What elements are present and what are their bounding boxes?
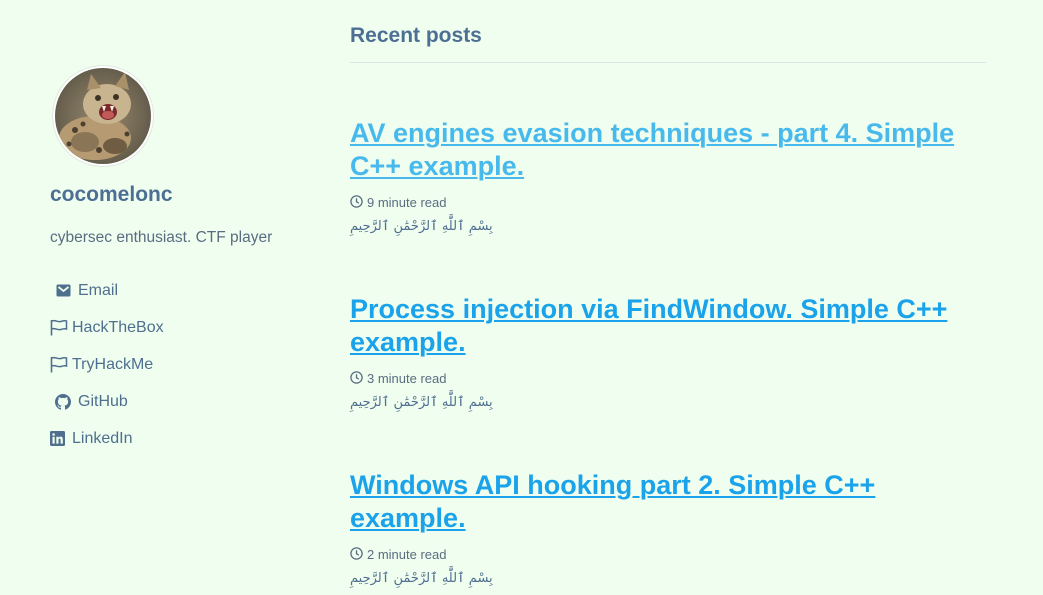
- page: cocomelonc cybersec enthusiast. CTF play…: [0, 0, 1043, 595]
- section-title: Recent posts: [350, 24, 482, 47]
- clock-icon: [350, 547, 364, 561]
- tryhackme-link[interactable]: TryHackMe: [50, 356, 153, 374]
- post-title: Windows API hooking part 2. Simple C++ e…: [350, 469, 986, 535]
- post-excerpt: بِسْمِ ٱللَّٰهِ ٱلرَّحْمَٰنِ ٱلرَّحِيمِ: [350, 219, 493, 234]
- github-link-label: GitHub: [78, 392, 128, 410]
- post-item: Process injection via FindWindow. Simple…: [350, 293, 986, 410]
- post-title: Process injection via FindWindow. Simple…: [350, 293, 986, 359]
- avatar: [53, 66, 153, 166]
- flag-icon: [50, 356, 70, 374]
- hackthebox-link[interactable]: HackTheBox: [50, 319, 164, 337]
- section-divider: [350, 62, 986, 63]
- post-read-time: 2 minute read: [367, 546, 447, 562]
- author-link-github: GitHub: [50, 383, 164, 420]
- author-link-linkedin: LinkedIn: [50, 420, 164, 457]
- author-avatar-image: [55, 68, 151, 164]
- linkedin-link-label: LinkedIn: [72, 429, 133, 447]
- post-item: AV engines evasion techniques - part 4. …: [350, 117, 986, 234]
- email-link[interactable]: Email: [50, 282, 118, 300]
- author-links: Email HackTheBox TryHackMe GitHub Linked…: [50, 272, 164, 457]
- post-title: AV engines evasion techniques - part 4. …: [350, 117, 986, 183]
- tryhackme-link-label: TryHackMe: [72, 355, 154, 373]
- github-link[interactable]: GitHub: [50, 393, 128, 411]
- clock-icon: [350, 371, 364, 385]
- author-link-email: Email: [50, 272, 164, 309]
- post-excerpt: بِسْمِ ٱللَّٰهِ ٱلرَّحْمَٰنِ ٱلرَّحِيمِ: [350, 395, 493, 410]
- post-read-time: 9 minute read: [367, 194, 447, 210]
- flag-icon: [50, 319, 70, 337]
- post-excerpt: بِسْمِ ٱللَّٰهِ ٱلرَّحْمَٰنِ ٱلرَّحِيمِ: [350, 571, 493, 586]
- hackthebox-link-label: HackTheBox: [72, 318, 164, 336]
- post-meta: 9 minute read: [350, 194, 986, 210]
- email-link-label: Email: [78, 281, 119, 299]
- author-name: cocomelonc: [50, 183, 173, 206]
- post-title-link[interactable]: AV engines evasion techniques - part 4. …: [350, 118, 954, 181]
- github-icon: [50, 393, 76, 411]
- linkedin-link[interactable]: LinkedIn: [50, 430, 133, 448]
- author-link-tryhackme: TryHackMe: [50, 346, 164, 383]
- envelope-icon: [50, 282, 76, 300]
- linkedin-icon: [50, 430, 70, 448]
- post-title-link[interactable]: Process injection via FindWindow. Simple…: [350, 294, 947, 357]
- post-read-time: 3 minute read: [367, 370, 447, 386]
- author-link-hackthebox: HackTheBox: [50, 309, 164, 346]
- author-bio: cybersec enthusiast. CTF player: [50, 229, 273, 246]
- post-item: Windows API hooking part 2. Simple C++ e…: [350, 469, 986, 586]
- clock-icon: [350, 195, 364, 209]
- post-meta: 2 minute read: [350, 546, 986, 562]
- post-title-link[interactable]: Windows API hooking part 2. Simple C++ e…: [350, 470, 875, 533]
- post-meta: 3 minute read: [350, 370, 986, 386]
